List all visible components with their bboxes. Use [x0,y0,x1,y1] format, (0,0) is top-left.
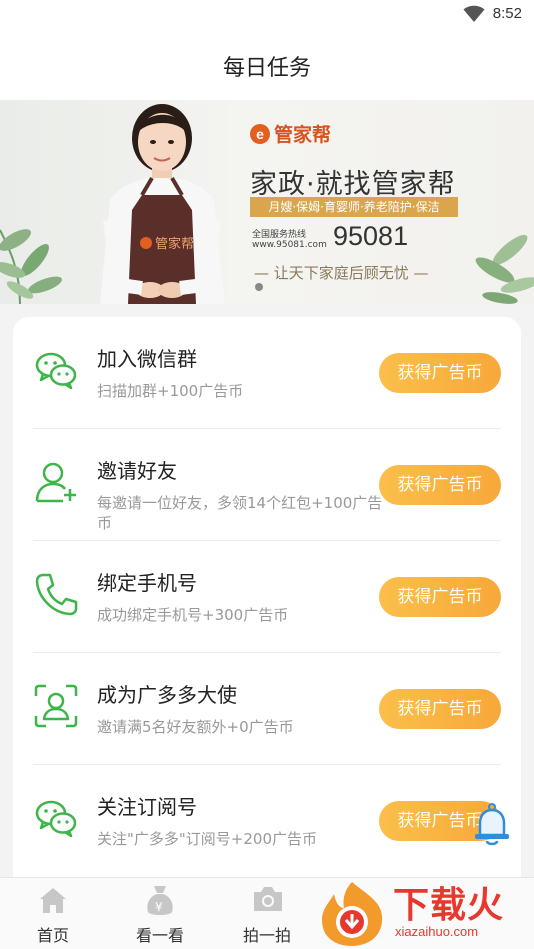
svg-text:¥: ¥ [155,900,163,914]
task-item-invite-friends: 邀请好友 每邀请一位好友，多领14个红包+100广告币 获得广告币 [33,429,501,541]
hotline-label: 全国服务热线 [252,230,307,240]
watermark-text: 下载火 [393,885,505,926]
wechat-icon [35,352,77,390]
task-desc: 邀请满5名好友额外+0广告币 [97,718,294,736]
brand-logo-text: 管家帮 [274,124,332,146]
watermark-logo [322,882,383,946]
get-ad-coins-button[interactable]: 获得广告币 [379,465,501,505]
hotline-number: 95081 [333,221,409,251]
phone-icon [35,573,78,616]
ad-banner[interactable]: 管家帮 e 管家帮 家政·就找管家帮 月嫂·保姆·育婴师·养老陪护·保洁 全国服… [0,100,534,304]
tab-home[interactable]: 首页 [13,878,93,949]
get-ad-coins-button[interactable]: 获得广告币 [379,577,501,617]
plant-decoration-right [475,234,534,304]
task-item-become-ambassador: 成为广多多大使 邀请满5名好友额外+0广告币 获得广告币 [33,653,501,765]
wifi-icon [463,5,485,22]
task-title: 绑定手机号 [97,571,197,595]
brand-logo: e 管家帮 [250,120,331,147]
task-desc: 扫描加群+100广告币 [97,382,244,400]
task-title: 成为广多多大使 [97,683,237,707]
plant-decoration [0,229,63,304]
brand-logo-mark: e [250,123,270,144]
task-item-join-wechat-group: 加入微信群 扫描加群+100广告币 获得广告币 [33,317,501,429]
get-ad-coins-button[interactable]: 获得广告币 [379,353,501,393]
tab-label: 拍一拍 [242,926,291,945]
get-ad-coins-button[interactable]: 获得广告币 [379,689,501,729]
watermark-url: xiazaihuo.com [395,924,479,939]
bell-icon[interactable] [472,803,512,847]
task-item-bind-phone: 绑定手机号 成功绑定手机号+300广告币 获得广告币 [33,541,501,653]
task-title: 加入微信群 [97,347,197,371]
task-desc: 成功绑定手机号+300广告币 [97,606,289,624]
task-item-follow-subscription: 关注订阅号 关注"广多多"订阅号+200广告币 获得广告币 [33,765,501,877]
camera-icon [254,887,282,911]
banner-slogan: — 让天下家庭后顾无忧 — [254,264,429,282]
face-scan-icon [34,684,78,728]
tab-label: 首页 [36,926,69,945]
page-title: 每日任务 [222,56,311,81]
task-title: 邀请好友 [97,459,177,483]
hotline-url: www.95081.com [252,240,327,250]
banner-headline: 家政·就找管家帮 [250,169,456,200]
home-icon [40,888,66,913]
task-desc: 关注"广多多"订阅号+200广告币 [97,830,317,848]
task-card: 加入微信群 扫描加群+100广告币 获得广告币 邀请好友 每邀请一位好友，多领1… [13,317,521,917]
task-desc: 每邀请一位好友，多领14个红包+100广告币 [97,494,383,532]
status-time: 8:52 [492,5,522,22]
wechat-icon [35,800,77,838]
banner-pager-dot[interactable] [255,283,263,291]
tab-browse[interactable]: ¥ 看一看 [120,878,200,949]
housekeeper-illustration: 管家帮 [100,104,225,304]
header: 每日任务 [0,30,534,100]
task-title: 关注订阅号 [97,795,197,819]
tab-snap[interactable]: 拍一拍 [227,878,307,949]
banner-services: 月嫂·保姆·育婴师·养老陪护·保洁 [250,197,458,217]
add-user-icon [35,462,76,503]
tab-label: 看一看 [135,926,184,945]
status-bar: 8:52 [0,0,534,30]
apron-logo-text: 管家帮 [155,236,194,252]
money-bag-icon: ¥ [147,886,173,915]
